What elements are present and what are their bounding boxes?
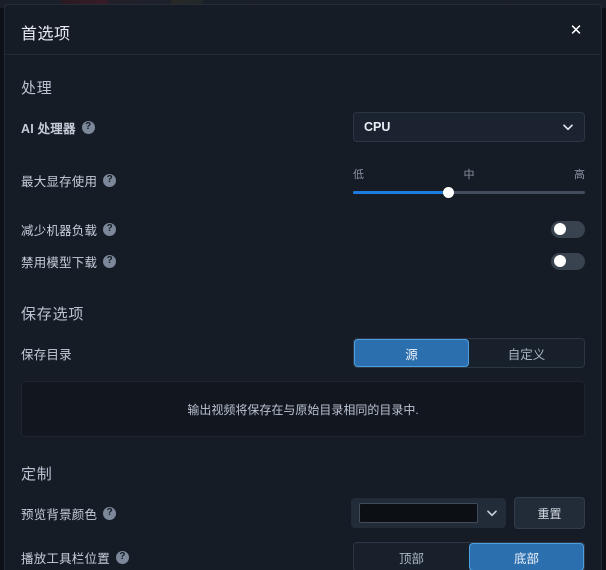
help-icon[interactable]: ? <box>115 550 129 564</box>
ai-processor-select[interactable]: CPU <box>353 112 585 142</box>
toggle-knob <box>554 223 566 235</box>
help-icon[interactable]: ? <box>103 254 117 268</box>
chevron-down-icon <box>487 510 497 517</box>
help-icon[interactable]: ? <box>81 120 95 134</box>
segment-custom[interactable]: 自定义 <box>469 339 584 367</box>
setting-row-ai-processor: AI 处理器 ? CPU <box>21 111 585 143</box>
preview-bg-color-controls: 重置 <box>351 497 585 529</box>
ai-processor-label: AI 处理器 <box>21 121 76 136</box>
save-directory-segmented-wrapper: 源 自定义 <box>353 338 585 368</box>
max-vram-label: 最大显存使用 <box>21 174 98 189</box>
player-toolbar-position-label: 播放工具栏位置 <box>21 551 110 566</box>
disable-model-download-toggle-wrapper <box>551 252 585 270</box>
page-title: 首选项 <box>21 26 71 43</box>
slider-thumb[interactable] <box>442 187 454 198</box>
setting-row-reduce-load: 减少机器负载 ? <box>21 213 585 245</box>
segment-bottom[interactable]: 底部 <box>469 543 584 570</box>
chevron-down-icon <box>563 124 573 131</box>
reduce-load-toggle[interactable] <box>551 220 585 238</box>
dialog-header: 首选项 ✕ <box>5 5 601 55</box>
help-icon[interactable]: ? <box>103 222 117 236</box>
close-icon[interactable]: ✕ <box>563 17 589 43</box>
slider-tick-mid: 中 <box>463 169 475 181</box>
preview-bg-color-select[interactable] <box>351 498 506 528</box>
dialog-body: 处理 AI 处理器 ? CPU 最大显存使用 ? 低 中 高 减少机器负载 ? … <box>5 55 601 570</box>
slider-track[interactable] <box>353 187 585 198</box>
save-directory-info-text: 输出视频将保存在与原始目录相同的目录中. <box>187 402 419 417</box>
preferences-dialog: 首选项 ✕ 处理 AI 处理器 ? CPU 最大显存使用 ? 低 中 高 减少机… <box>4 4 602 570</box>
segment-source[interactable]: 源 <box>354 339 469 367</box>
setting-row-player-toolbar-position: 播放工具栏位置 ? 顶部 底部 <box>21 541 585 570</box>
save-directory-info-box: 输出视频将保存在与原始目录相同的目录中. <box>21 381 585 437</box>
reduce-load-label: 减少机器负载 <box>21 223 98 238</box>
help-icon[interactable]: ? <box>103 173 117 187</box>
segment-top[interactable]: 顶部 <box>354 543 469 570</box>
setting-row-max-vram: 最大显存使用 ? 低 中 高 <box>21 159 585 201</box>
save-directory-label: 保存目录 <box>21 347 72 362</box>
max-vram-slider[interactable]: 低 中 高 <box>353 166 585 198</box>
setting-row-disable-model-download: 禁用模型下载 ? <box>21 245 585 277</box>
disable-model-download-toggle[interactable] <box>551 252 585 270</box>
help-icon[interactable]: ? <box>103 506 117 520</box>
section-heading-customization: 定制 <box>21 457 585 489</box>
ai-processor-value: CPU <box>364 120 391 134</box>
section-heading-save-options: 保存选项 <box>21 297 585 329</box>
section-heading-processing: 处理 <box>21 71 585 103</box>
reduce-load-toggle-wrapper <box>551 220 585 238</box>
reset-button[interactable]: 重置 <box>514 497 585 529</box>
slider-fill <box>353 191 449 194</box>
disable-model-download-label: 禁用模型下载 <box>21 255 98 270</box>
section-title-customization: 定制 <box>21 465 53 483</box>
ai-processor-select-wrapper: CPU <box>353 112 585 142</box>
save-directory-segmented: 源 自定义 <box>353 338 585 368</box>
section-title-processing: 处理 <box>21 79 53 97</box>
player-toolbar-segmented: 顶部 底部 <box>353 542 585 570</box>
slider-tick-labels: 低 中 高 <box>353 166 585 182</box>
slider-tick-low: 低 <box>353 169 364 181</box>
setting-row-save-directory: 保存目录 源 自定义 <box>21 337 585 369</box>
player-toolbar-segmented-wrapper: 顶部 底部 <box>353 542 585 570</box>
toggle-knob <box>554 255 566 267</box>
section-title-save-options: 保存选项 <box>21 305 85 323</box>
slider-tick-high: 高 <box>574 169 585 181</box>
setting-row-preview-bg-color: 预览背景颜色 ? 重置 <box>21 497 585 529</box>
preview-bg-color-label: 预览背景颜色 <box>21 507 98 522</box>
color-swatch <box>359 503 478 523</box>
max-vram-slider-wrapper: 低 中 高 <box>353 166 585 198</box>
